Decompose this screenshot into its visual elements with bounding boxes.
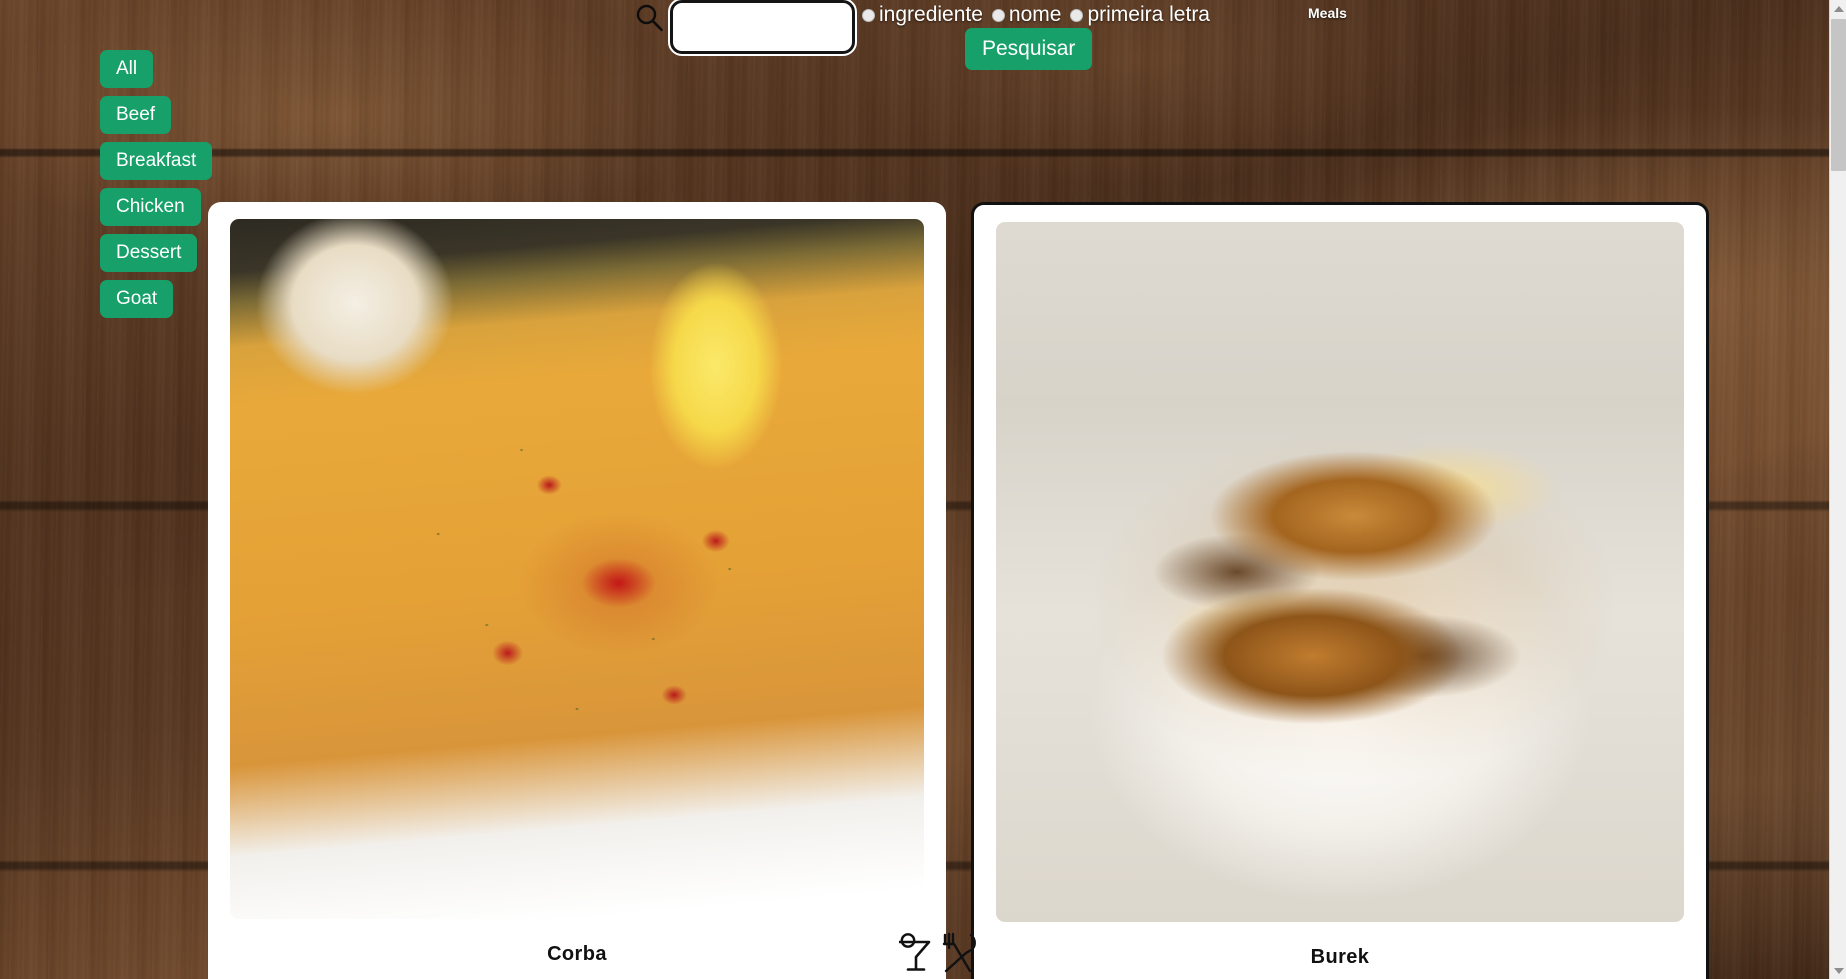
category-button-dessert[interactable]: Dessert bbox=[100, 234, 198, 272]
cocktail-glass-icon[interactable] bbox=[895, 930, 935, 979]
footer-icon-row bbox=[895, 930, 979, 979]
radio-option-primeira-letra[interactable]: primeira letra bbox=[1070, 3, 1210, 27]
radio-label-ingrediente: ingrediente bbox=[879, 3, 983, 26]
radio-option-ingrediente[interactable]: ingrediente bbox=[862, 3, 983, 27]
scroll-up-arrow[interactable] bbox=[1830, 0, 1846, 17]
radio-dot-primeira-letra[interactable] bbox=[1070, 9, 1084, 22]
search-icon bbox=[632, 2, 666, 36]
search-bar: ingrediente nome primeira letra Pesquisa… bbox=[0, 0, 1846, 96]
meal-card-corba[interactable]: Corba bbox=[208, 202, 946, 979]
search-submit-button[interactable]: Pesquisar bbox=[965, 28, 1093, 70]
radio-option-nome[interactable]: nome bbox=[991, 3, 1062, 27]
search-input[interactable] bbox=[668, 0, 857, 56]
meal-card-burek[interactable]: Burek bbox=[971, 202, 1709, 979]
category-button-beef[interactable]: Beef bbox=[100, 96, 172, 134]
search-mode-radio-group: ingrediente nome primeira letra bbox=[862, 0, 1219, 30]
meal-image-corba bbox=[230, 219, 924, 919]
radio-label-nome: nome bbox=[1008, 3, 1062, 26]
radio-label-primeira-letra: primeira letra bbox=[1087, 3, 1210, 26]
scroll-down-arrow[interactable] bbox=[1830, 962, 1846, 979]
app-root: ingrediente nome primeira letra Pesquisa… bbox=[0, 0, 1846, 979]
scrollbar-thumb[interactable] bbox=[1831, 19, 1846, 171]
category-button-goat[interactable]: Goat bbox=[100, 280, 174, 318]
category-button-chicken[interactable]: Chicken bbox=[100, 188, 201, 226]
meal-title-burek: Burek bbox=[1310, 946, 1370, 968]
crossed-cutlery-icon[interactable] bbox=[937, 930, 979, 979]
radio-dot-nome[interactable] bbox=[991, 9, 1005, 22]
vertical-scrollbar[interactable] bbox=[1829, 0, 1846, 979]
radio-dot-ingrediente[interactable] bbox=[862, 9, 875, 22]
meal-card-grid: Corba Burek bbox=[208, 202, 1846, 979]
meal-image-burek bbox=[996, 222, 1684, 922]
brand-title: Meals bbox=[1308, 5, 1347, 21]
meal-title-corba: Corba bbox=[547, 943, 607, 965]
category-button-breakfast[interactable]: Breakfast bbox=[100, 142, 213, 180]
